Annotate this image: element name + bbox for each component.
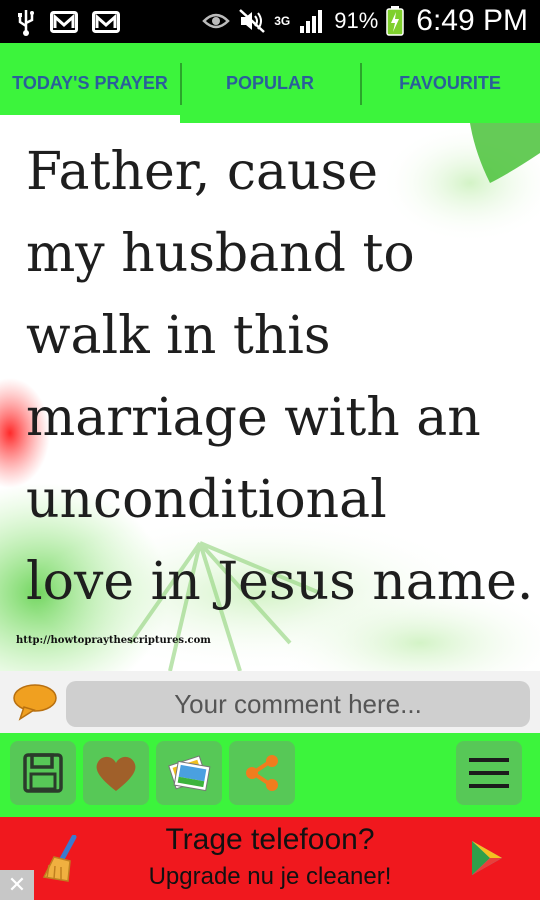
prayer-line: love in Jesus name. — [26, 552, 534, 612]
ad-subline: Upgrade nu je cleaner! — [148, 863, 392, 890]
eye-icon — [202, 13, 230, 29]
menu-icon — [469, 758, 509, 788]
mail-icon — [92, 11, 120, 33]
save-button[interactable] — [10, 741, 76, 805]
ad-banner[interactable]: Trage telefoon? Upgrade nu je cleaner! ✕ — [0, 817, 540, 900]
signal-icon — [300, 10, 323, 33]
images-icon — [168, 755, 211, 792]
share-button[interactable] — [229, 741, 295, 805]
heart-icon — [96, 756, 136, 791]
status-bar: 3G 91% 6:49 PM — [0, 0, 540, 43]
ad-close-button[interactable]: ✕ — [0, 870, 34, 900]
clock: 6:49 PM — [416, 4, 528, 37]
save-icon — [23, 753, 63, 793]
tab-popular[interactable]: POPULAR — [180, 43, 360, 123]
tab-favourite[interactable]: FAVOURITE — [360, 43, 540, 123]
battery-percent: 91% — [334, 8, 379, 33]
tab-bar: TODAY'S PRAYER POPULAR FAVOURITE — [0, 43, 540, 123]
mute-icon — [239, 9, 266, 33]
prayer-line: my husband to — [26, 224, 415, 284]
prayer-line: unconditional — [26, 470, 387, 530]
usb-icon — [18, 10, 34, 36]
prayer-line: walk in this — [26, 306, 331, 366]
comment-input[interactable] — [66, 681, 530, 727]
status-notifications — [16, 8, 120, 36]
share-icon — [246, 755, 278, 791]
menu-button[interactable] — [456, 741, 522, 805]
favourite-button[interactable] — [83, 741, 149, 805]
play-store-icon — [472, 841, 502, 875]
tab-todays-prayer[interactable]: TODAY'S PRAYER — [0, 43, 180, 123]
prayer-line: marriage with an — [26, 388, 481, 448]
prayer-text: Father, cause my husband to walk in this… — [26, 131, 536, 623]
comment-bar — [0, 671, 540, 733]
ad-headline: Trage telefoon? — [165, 823, 375, 856]
action-bar — [0, 733, 540, 817]
speech-bubble-icon[interactable] — [12, 683, 58, 721]
selected-tab-indicator — [0, 115, 180, 123]
battery-icon — [386, 6, 405, 36]
prayer-line: Father, cause — [26, 142, 378, 202]
mail-icon — [50, 11, 78, 33]
network-type: 3G — [274, 14, 291, 28]
source-url: http://howtopraythescriptures.com — [16, 635, 211, 646]
prayer-card: Father, cause my husband to walk in this… — [0, 123, 540, 671]
status-system: 3G 91% 6:49 PM — [202, 4, 528, 38]
images-button[interactable] — [156, 741, 222, 805]
